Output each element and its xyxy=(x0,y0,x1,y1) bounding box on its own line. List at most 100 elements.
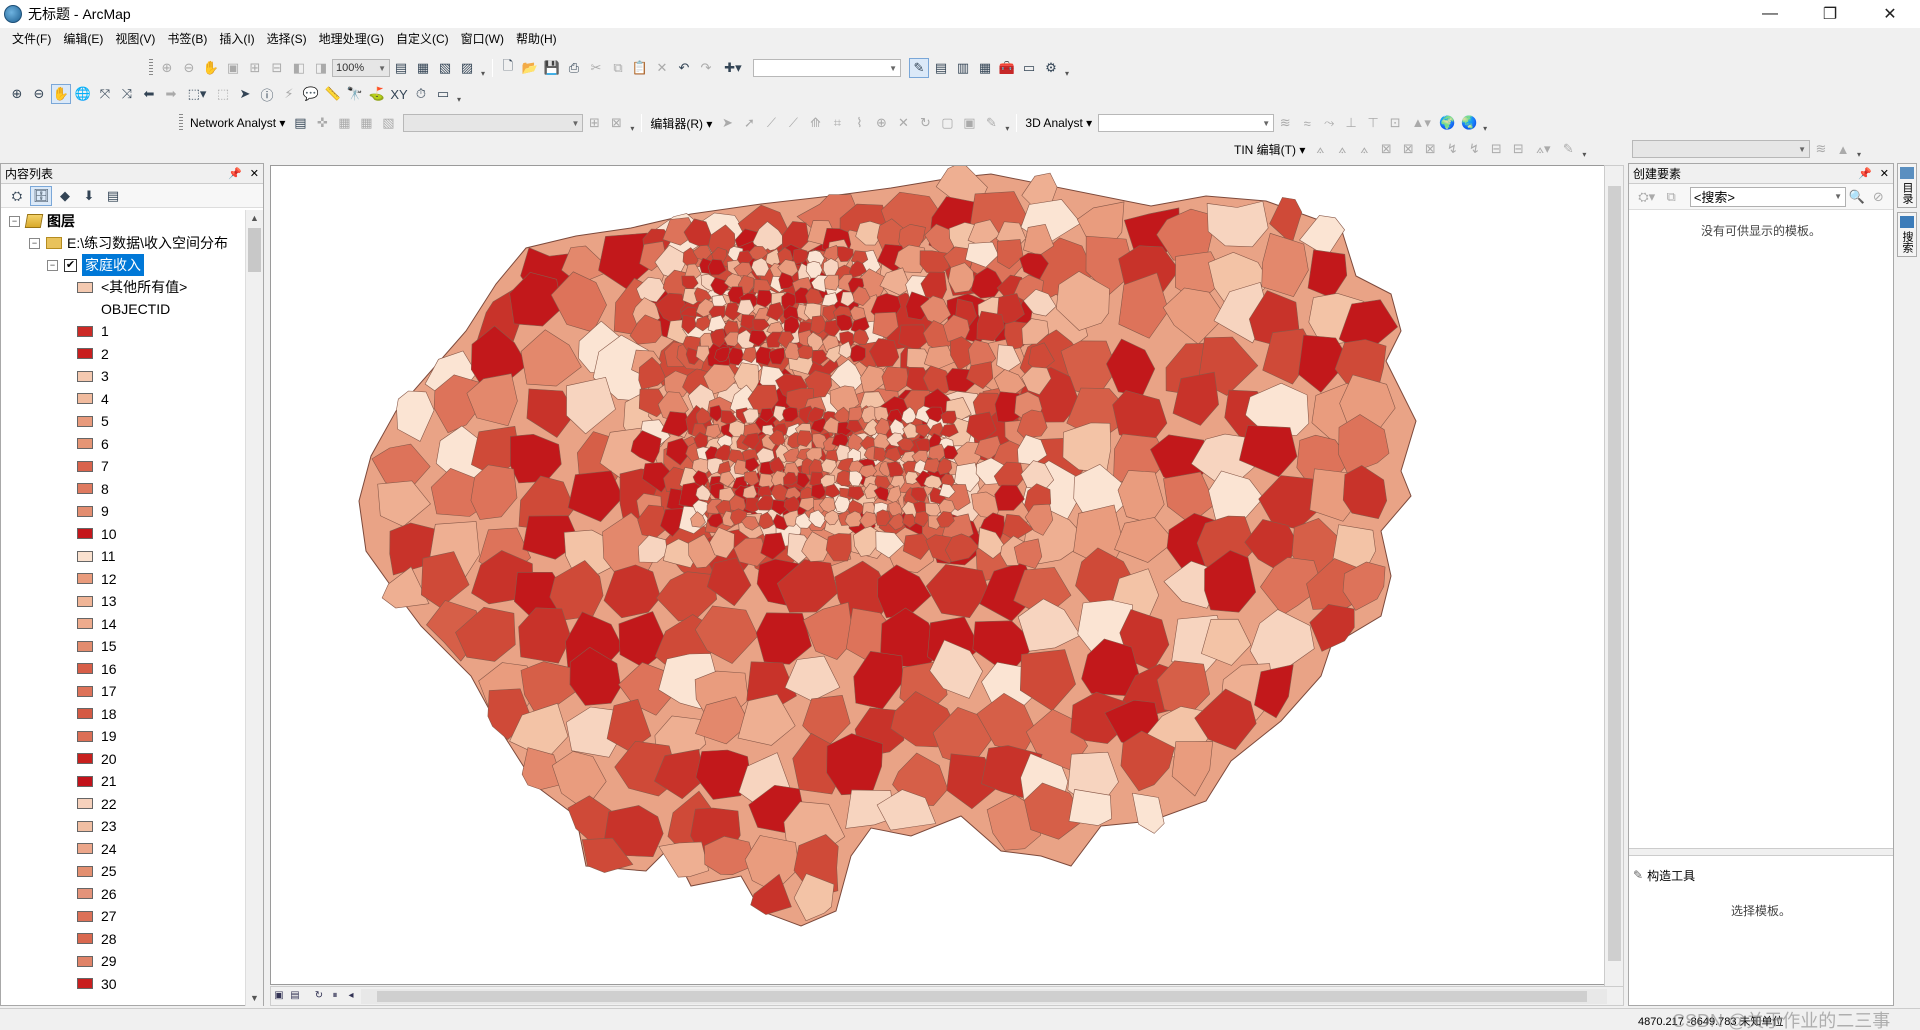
legend-item[interactable]: 30 xyxy=(77,973,117,995)
build-network-icon[interactable]: ⊞ xyxy=(584,113,604,133)
focus-data-frame-icon[interactable]: ▦ xyxy=(413,58,433,78)
trace-icon[interactable]: ⟰ xyxy=(805,113,825,133)
solve-icon[interactable]: ▦ xyxy=(356,113,376,133)
legend-item[interactable]: 15 xyxy=(77,635,117,657)
legend-item[interactable]: 24 xyxy=(77,838,117,860)
hyperlink-icon[interactable]: ⚡ xyxy=(279,84,299,104)
toolbar-grip[interactable] xyxy=(149,59,153,77)
collapse-icon[interactable]: − xyxy=(29,237,40,249)
template-properties-icon[interactable]: ⧉ xyxy=(1661,187,1681,207)
search-icon[interactable]: 🔍 xyxy=(1847,187,1867,207)
legend-swatch[interactable] xyxy=(77,708,93,719)
toolbar-options-icon[interactable]: ▾ xyxy=(1854,139,1864,159)
toolbar-grip[interactable] xyxy=(179,114,183,132)
select-features-icon[interactable]: ⬚▾ xyxy=(183,84,211,104)
map-horizontal-scrollbar[interactable] xyxy=(361,989,1607,1004)
redo-icon[interactable]: ↷ xyxy=(696,58,716,78)
tin-delineate-icon[interactable]: ⊟ xyxy=(1508,139,1528,159)
legend-swatch[interactable] xyxy=(77,843,93,854)
legend-swatch[interactable] xyxy=(77,370,93,382)
legend-swatch[interactable] xyxy=(77,618,93,629)
other-values-row[interactable]: <其他所有值> xyxy=(77,276,187,298)
legend-item[interactable]: 25 xyxy=(77,860,117,882)
swap-tin-edge-icon[interactable]: ⊠ xyxy=(1420,139,1440,159)
profile-graph-icon[interactable]: ▲▾ xyxy=(1407,113,1435,133)
add-data-icon[interactable]: ✚▾ xyxy=(718,58,748,78)
list-by-selection-icon[interactable]: ⬇ xyxy=(78,186,100,206)
scroll-thumb[interactable] xyxy=(248,228,261,272)
modify-tin-node-icon[interactable]: ↯ xyxy=(1464,139,1484,159)
3d-analyst-menu[interactable]: 3D Analyst ▾ xyxy=(1021,116,1096,130)
legend-item[interactable]: 7 xyxy=(77,455,109,477)
go-forward-icon[interactable]: ➡ xyxy=(161,84,181,104)
legend-item[interactable]: 4 xyxy=(77,388,109,410)
legend-item[interactable]: 22 xyxy=(77,793,117,815)
legend-swatch[interactable] xyxy=(77,325,93,337)
create-network-location-icon[interactable]: ✜ xyxy=(312,113,332,133)
interpolate-point-icon[interactable]: ⊥ xyxy=(1341,113,1361,133)
toolbar-options-icon[interactable]: ▾ xyxy=(627,113,637,133)
reshape-icon[interactable]: ⌇ xyxy=(849,113,869,133)
map-scale-combo[interactable]: ▼ xyxy=(753,59,901,77)
toc-options-icon[interactable]: ▤ xyxy=(102,186,124,206)
scroll-up-icon[interactable]: ▲ xyxy=(246,210,263,226)
georef-profile-icon[interactable]: ▲ xyxy=(1833,139,1853,159)
legend-item[interactable]: 19 xyxy=(77,725,117,747)
refresh-icon[interactable]: ↻ xyxy=(311,988,327,1004)
attributes-icon[interactable]: ▢ xyxy=(937,113,957,133)
menu-selection[interactable]: 选择(S) xyxy=(261,28,313,50)
layer-name[interactable]: 家庭收入 xyxy=(82,254,144,276)
tract-polygon[interactable] xyxy=(836,314,854,331)
find-route-icon[interactable]: ⛳ xyxy=(367,84,387,104)
edit-annotation-icon[interactable]: ➚ xyxy=(739,113,759,133)
choropleth-map[interactable] xyxy=(271,166,1606,985)
create-features-close-icon[interactable]: ✕ xyxy=(1880,167,1889,180)
change-layout-icon[interactable]: ▧ xyxy=(435,58,455,78)
menu-bookmarks[interactable]: 书签(B) xyxy=(161,28,213,50)
go-back-icon[interactable]: ⬅ xyxy=(139,84,159,104)
go-to-xy-icon[interactable]: XY xyxy=(389,84,409,104)
zoom-out-page-icon[interactable]: ⊖ xyxy=(179,58,199,78)
legend-swatch[interactable] xyxy=(77,820,93,832)
network-analyst-menu[interactable]: Network Analyst ▾ xyxy=(186,116,289,130)
split-icon[interactable]: ✕ xyxy=(893,113,913,133)
georef-contour-icon[interactable]: ≋ xyxy=(1811,139,1831,159)
add-tin-polygon-icon[interactable]: ⟑ xyxy=(1354,139,1374,159)
data-view-icon[interactable]: ▣ xyxy=(271,988,287,1004)
tin-edit-settings-icon[interactable]: ✎ xyxy=(1558,139,1578,159)
legend-swatch[interactable] xyxy=(77,483,93,494)
zoom-in-icon[interactable]: ⊕ xyxy=(7,84,27,104)
menu-customize[interactable]: 自定义(C) xyxy=(390,28,455,50)
select-move-location-icon[interactable]: ▦ xyxy=(334,113,354,133)
catalog-side-tab[interactable]: 目录 xyxy=(1897,163,1917,208)
tract-polygon[interactable] xyxy=(658,841,710,878)
legend-item[interactable]: 10 xyxy=(77,523,117,545)
search-window-icon[interactable]: ▦ xyxy=(975,58,995,78)
fixed-zoom-out-page-icon[interactable]: ⊟ xyxy=(267,58,287,78)
layer-row[interactable]: − ✔ 家庭收入 xyxy=(47,254,144,276)
network-identify-icon[interactable]: ⊠ xyxy=(606,113,626,133)
restore-button[interactable]: ❐ xyxy=(1800,0,1860,28)
pane-splitter[interactable] xyxy=(1629,848,1893,856)
legend-item[interactable]: 16 xyxy=(77,658,117,680)
list-by-visibility-icon[interactable]: ◆ xyxy=(54,186,76,206)
legend-swatch[interactable] xyxy=(77,415,93,427)
legend-item[interactable]: 17 xyxy=(77,680,117,702)
zoom-out-icon[interactable]: ⊖ xyxy=(29,84,49,104)
toc-close-icon[interactable]: ✕ xyxy=(250,167,259,180)
network-analyst-window-icon[interactable]: ▤ xyxy=(290,113,310,133)
legend-swatch[interactable] xyxy=(77,865,93,877)
tin-edit-menu[interactable]: TIN 编辑(T) ▾ xyxy=(1230,141,1309,158)
time-slider-icon[interactable]: ⏱ xyxy=(411,84,431,104)
undo-icon[interactable]: ↶ xyxy=(674,58,694,78)
legend-swatch[interactable] xyxy=(77,460,93,472)
editor-menu[interactable]: 编辑器(R) ▾ xyxy=(646,115,716,132)
arcscene-globe-icon[interactable]: 🌍 xyxy=(1437,113,1457,133)
select-elements-icon[interactable]: ➤ xyxy=(235,84,255,104)
legend-swatch[interactable] xyxy=(77,888,93,899)
python-window-icon[interactable]: ▭ xyxy=(1019,58,1039,78)
arctoolbox-window-icon[interactable]: 🧰 xyxy=(997,58,1017,78)
legend-swatch[interactable] xyxy=(77,910,93,922)
toolbar-options-icon[interactable]: ▾ xyxy=(454,84,464,104)
toolbar-options-icon[interactable]: ▾ xyxy=(1062,58,1072,78)
